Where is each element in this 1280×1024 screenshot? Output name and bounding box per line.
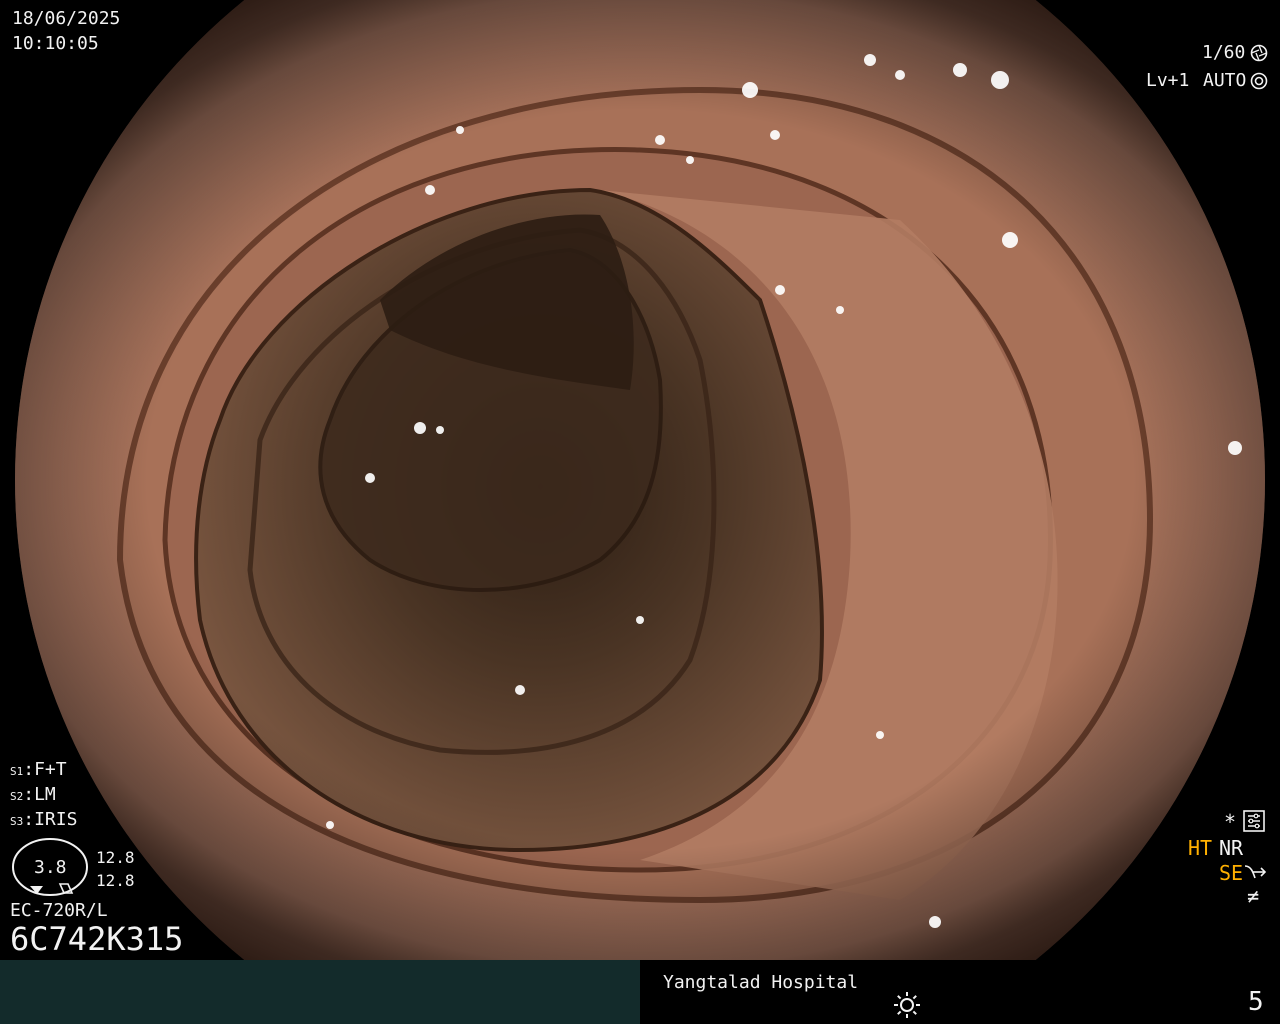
setting-s3-key: S3 — [10, 815, 24, 828]
page-number: 5 — [1248, 987, 1264, 1017]
scope-model: EC-720R/L — [10, 900, 108, 921]
sun-icon — [894, 992, 920, 1018]
star-indicator: * — [1224, 810, 1237, 834]
nr-indicator: NR — [1219, 836, 1244, 860]
gauge-value: 3.8 — [34, 857, 67, 878]
scope-serial: 6C742K315 — [10, 920, 184, 958]
se-indicator: SE — [1219, 861, 1244, 885]
ht-indicator: HT — [1188, 836, 1213, 860]
level-readout: Lv+1 — [1146, 70, 1190, 91]
hospital-name: Yangtalad Hospital — [663, 972, 859, 993]
date-readout: 18/06/2025 — [12, 8, 121, 29]
shutter-readout: 1/60 — [1202, 42, 1245, 64]
endoscopic-image — [0, 0, 1280, 960]
setting-s3-value: IRIS — [34, 809, 78, 830]
mode-readout: AUTO — [1203, 70, 1247, 91]
not-equal-indicator: ≠ — [1247, 884, 1260, 908]
setting-s2-value: LM — [34, 784, 56, 805]
gauge-lower: 12.8 — [96, 871, 135, 890]
setting-s2: S2:LM — [10, 784, 56, 805]
settings-sliders-icon — [1243, 810, 1265, 832]
auto-iris-icon — [1250, 72, 1268, 90]
shutter-value: 1/60 — [1202, 42, 1246, 63]
setting-s3: S3:IRIS — [10, 809, 78, 830]
setting-s1-value: F+T — [34, 759, 67, 780]
setting-s2-key: S2 — [10, 790, 24, 803]
enhance-curve-icon — [1244, 865, 1267, 879]
gauge-upper: 12.8 — [96, 848, 135, 867]
footer-left-panel — [0, 960, 640, 1024]
time-readout: 10:10:05 — [12, 33, 99, 54]
setting-s1: S1:F+T — [10, 759, 67, 780]
setting-s1-key: S1 — [10, 765, 24, 778]
aperture-icon — [1250, 44, 1268, 62]
